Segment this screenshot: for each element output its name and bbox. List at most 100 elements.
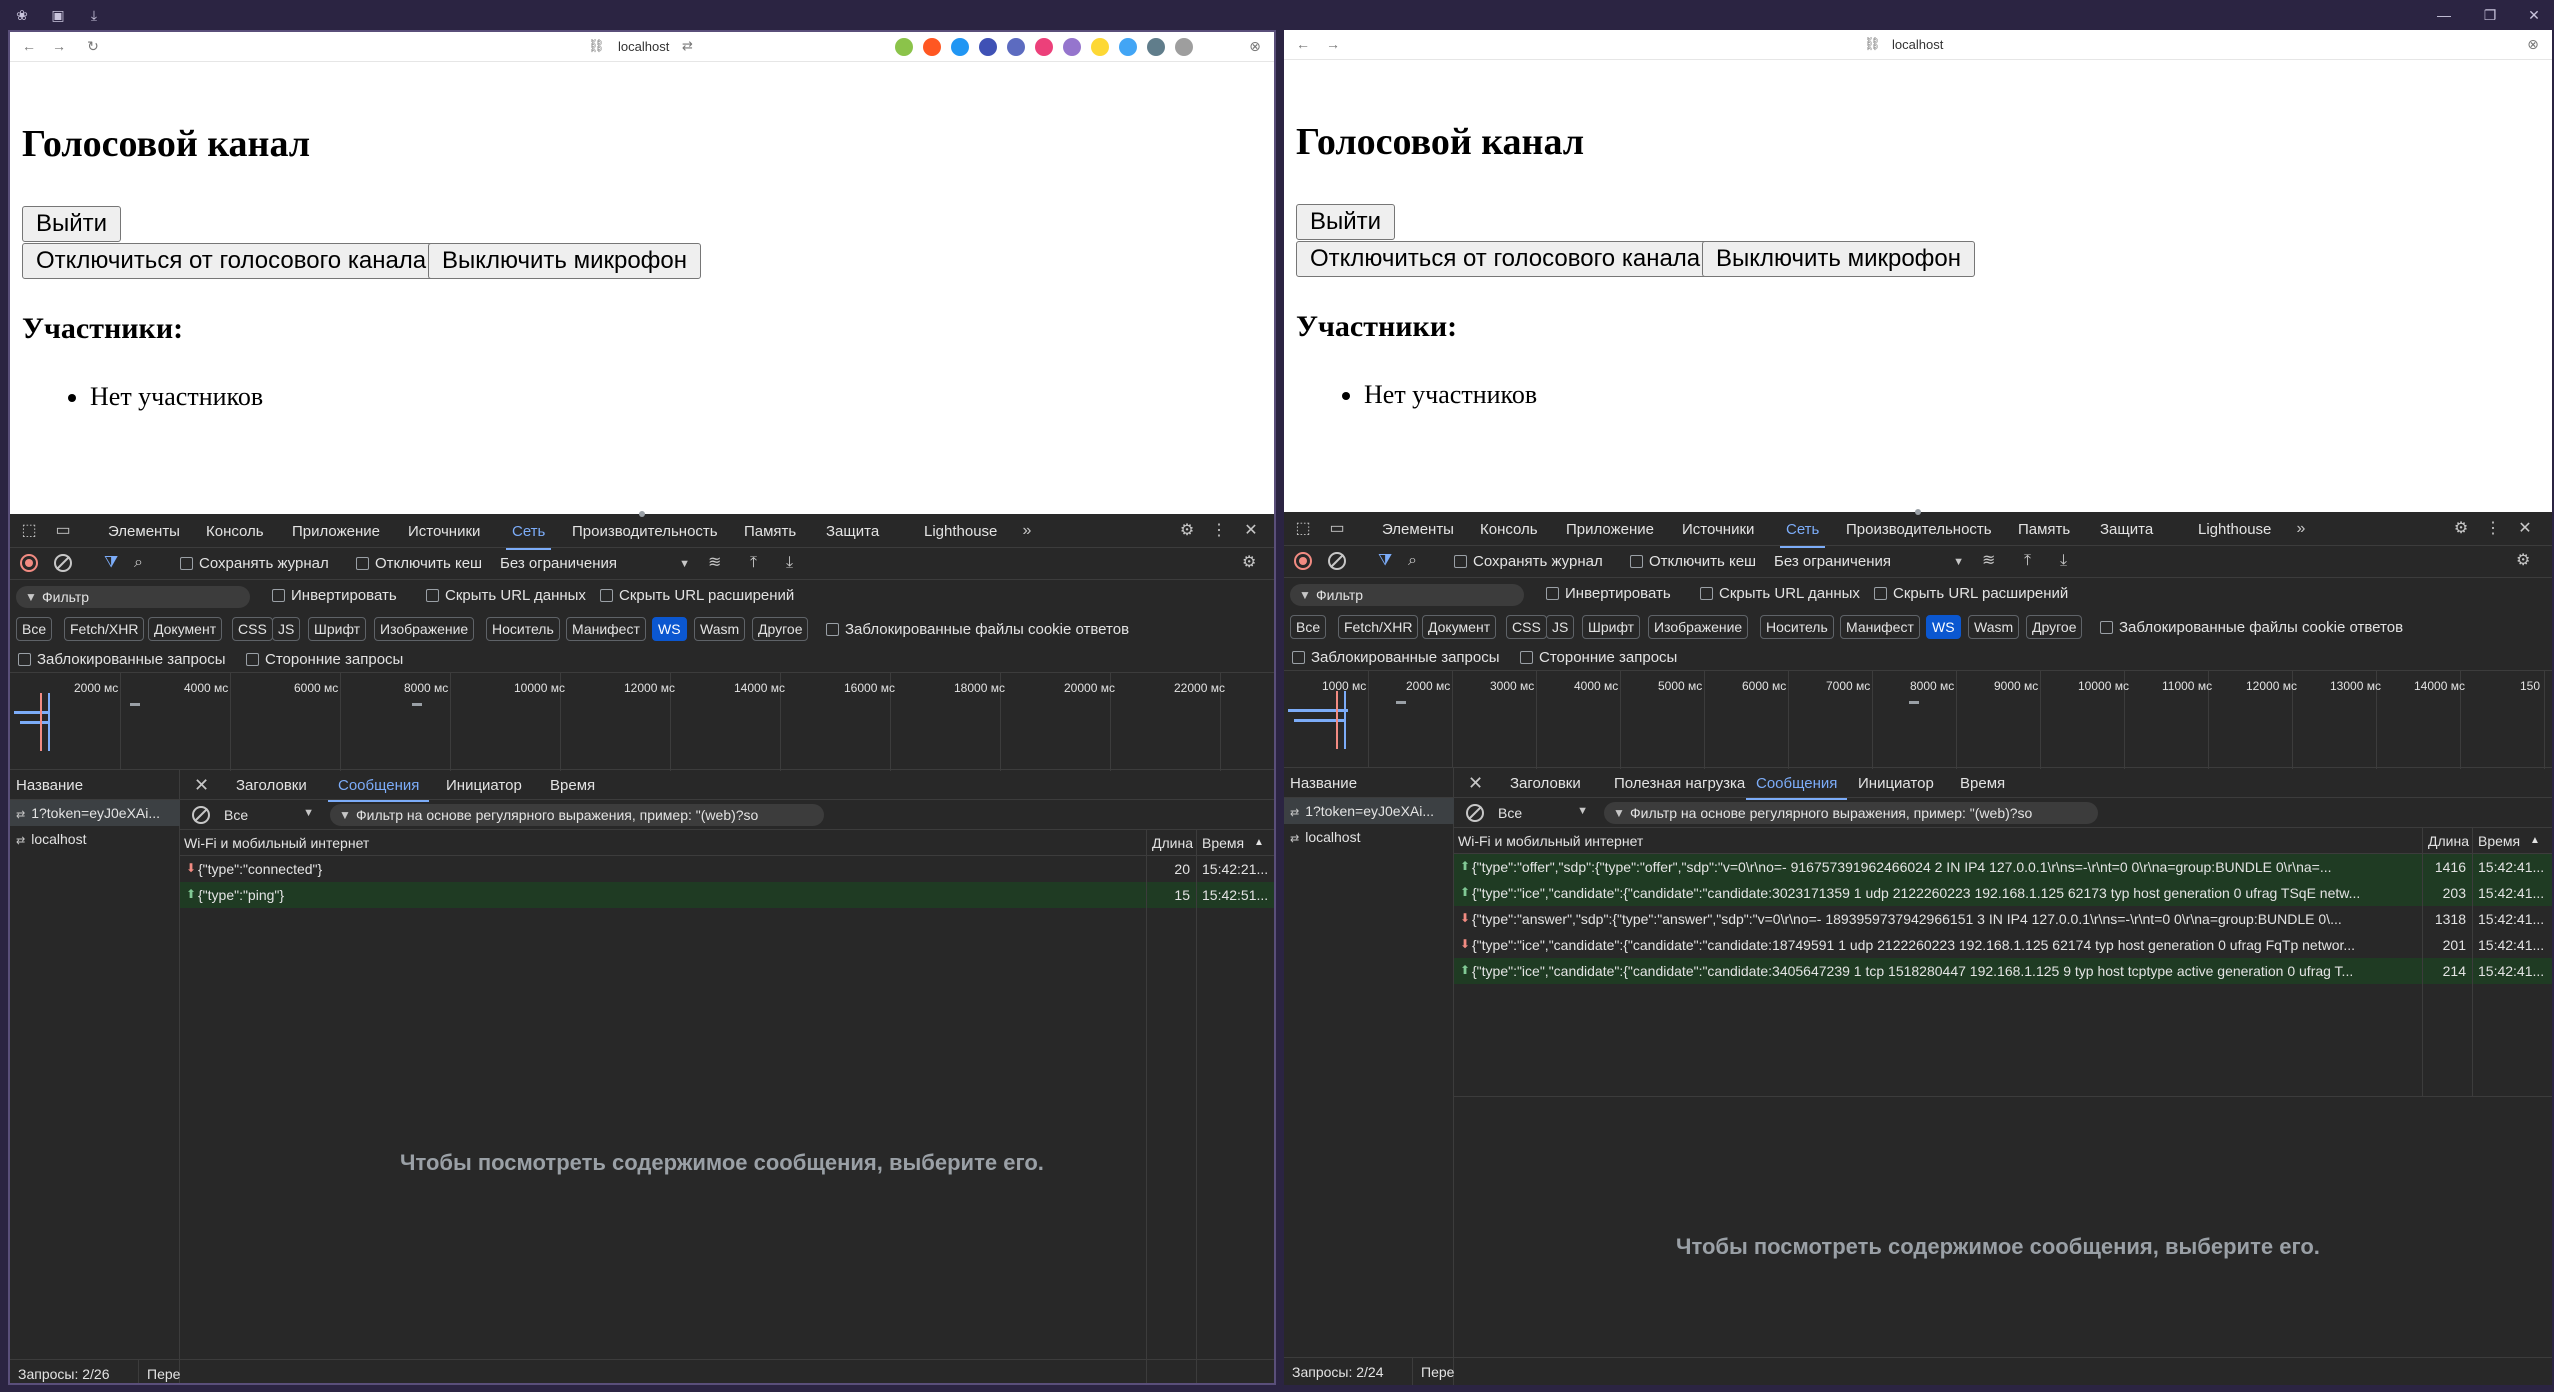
tab-messages[interactable]: Сообщения xyxy=(1745,775,1848,800)
type-filter-chip[interactable]: Другое xyxy=(752,617,809,641)
blocked-cookies-checkbox[interactable]: Заблокированные файлы cookie ответов xyxy=(2100,619,2403,636)
checkbox-box[interactable] xyxy=(426,589,439,602)
forward-icon[interactable]: → xyxy=(50,38,68,54)
clear-messages-icon[interactable] xyxy=(192,806,210,824)
preserve-log-checkbox[interactable]: Сохранять журнал xyxy=(1454,553,1603,570)
inspect-element-icon[interactable]: ⬚ xyxy=(20,522,38,540)
hide-ext-urls-checkbox[interactable]: Скрыть URL расширений xyxy=(600,587,794,604)
tab-console[interactable]: Консоль xyxy=(206,523,264,540)
type-filter-chip[interactable]: Все xyxy=(1290,615,1327,639)
forward-icon[interactable]: → xyxy=(1324,36,1342,52)
message-filter-input[interactable]: ▼ Фильтр на основе регулярного выражения,… xyxy=(1604,802,2098,824)
message-row[interactable]: ⬇ {"type":"answer","sdp":{"type":"answer"… xyxy=(1454,906,2552,932)
type-filter-chip[interactable]: Документ xyxy=(148,617,223,641)
close-devtools-icon[interactable]: ✕ xyxy=(2516,520,2534,538)
filter-input[interactable]: ▼ Фильтр xyxy=(16,586,250,608)
invert-checkbox[interactable]: Инвертировать xyxy=(1546,585,1671,602)
kebab-menu-icon[interactable]: ⋮ xyxy=(1210,522,1228,540)
extension-icon[interactable] xyxy=(1119,38,1137,56)
search-icon[interactable]: ⌕ xyxy=(134,554,143,572)
disable-cache-checkbox[interactable]: Отключить кеш xyxy=(1630,553,1756,570)
url-text[interactable]: localhost xyxy=(618,39,669,54)
device-toolbar-icon[interactable]: ▭ xyxy=(54,522,72,540)
message-row[interactable]: ⬇ {"type":"connected"} 20 15:42:21... xyxy=(180,856,1274,882)
type-filter-chip[interactable]: CSS xyxy=(232,617,273,641)
tab-network[interactable]: Сеть xyxy=(505,523,552,550)
blocked-requests-checkbox[interactable]: Заблокированные запросы xyxy=(1292,649,1500,666)
type-filter-chip[interactable]: JS xyxy=(272,617,301,641)
message-row[interactable]: ⬇ {"type":"ice","candidate":{"candidate":… xyxy=(1454,932,2552,958)
time-column-header[interactable]: Время xyxy=(2478,833,2520,849)
tab-initiator[interactable]: Инициатор xyxy=(446,777,522,794)
tab-payload[interactable]: Полезная нагрузка xyxy=(1614,775,1745,792)
type-filter-chip[interactable]: Шрифт xyxy=(308,617,367,641)
tab-messages[interactable]: Сообщения xyxy=(327,777,430,802)
logout-button[interactable]: Выйти xyxy=(22,206,122,242)
type-filter-chip[interactable]: Изображение xyxy=(1648,615,1749,639)
extension-icon[interactable] xyxy=(1147,38,1165,56)
network-overview-timeline[interactable]: 2000 мс 4000 мс 6000 мс 8000 мс 10000 мс 1200… xyxy=(10,672,1274,771)
extension-icon[interactable] xyxy=(1007,38,1025,56)
request-row-localhost[interactable]: ⇄ localhost xyxy=(10,826,180,852)
third-party-checkbox[interactable]: Сторонние запросы xyxy=(246,651,403,668)
tab-elements[interactable]: Элементы xyxy=(1382,521,1454,538)
type-filter-chip[interactable]: Изображение xyxy=(374,617,475,641)
filter-input[interactable]: ▼ Фильтр xyxy=(1290,584,1524,606)
tab-security[interactable]: Защита xyxy=(2100,521,2153,538)
url-text[interactable]: localhost xyxy=(1892,37,1943,52)
length-column-header[interactable]: Длина xyxy=(2428,833,2469,849)
blocked-requests-checkbox[interactable]: Заблокированные запросы xyxy=(18,651,226,668)
settings-gear-icon[interactable]: ⚙ xyxy=(2452,520,2470,538)
close-detail-icon[interactable]: ✕ xyxy=(1468,773,1483,794)
filter-funnel-icon[interactable]: ⧩ xyxy=(104,554,118,572)
hide-data-urls-checkbox[interactable]: Скрыть URL данных xyxy=(1700,585,1860,602)
message-type-select[interactable]: Все ▼ xyxy=(224,807,314,823)
message-type-select[interactable]: Все ▼ xyxy=(1498,805,1588,821)
disable-cache-checkbox[interactable]: Отключить кеш xyxy=(356,555,482,572)
column-divider[interactable] xyxy=(1196,830,1197,1383)
tab-lighthouse[interactable]: Lighthouse xyxy=(2198,521,2271,538)
checkbox-box[interactable] xyxy=(180,557,193,570)
type-filter-chip[interactable]: JS xyxy=(1546,615,1575,639)
message-row[interactable]: ⬆ {"type":"ping"} 15 15:42:51... xyxy=(180,882,1274,908)
clear-log-icon[interactable] xyxy=(1328,552,1346,570)
type-filter-chip[interactable]: Шрифт xyxy=(1582,615,1641,639)
tab-memory[interactable]: Память xyxy=(744,523,796,540)
checkbox-box[interactable] xyxy=(600,589,613,602)
extension-icon[interactable] xyxy=(923,38,941,56)
extension-icon[interactable] xyxy=(1175,38,1193,56)
type-filter-chip[interactable]: Другое xyxy=(2026,615,2083,639)
checkbox-box[interactable] xyxy=(2100,621,2113,634)
throttling-select[interactable]: Без ограничения ▼ xyxy=(500,555,690,572)
checkbox-box[interactable] xyxy=(826,623,839,636)
type-filter-chip[interactable]: Носитель xyxy=(486,617,560,641)
length-column-header[interactable]: Длина xyxy=(1152,835,1193,851)
record-stop-icon[interactable] xyxy=(1294,552,1312,570)
extension-icon[interactable] xyxy=(1063,38,1081,56)
tab-network[interactable]: Сеть xyxy=(1779,521,1826,548)
type-filter-chip[interactable]: Манифест xyxy=(566,617,646,641)
hide-ext-urls-checkbox[interactable]: Скрыть URL расширений xyxy=(1874,585,2068,602)
type-filter-chip[interactable]: Wasm xyxy=(1968,615,2020,639)
message-row[interactable]: ⬆ {"type":"ice","candidate":{"candidate":… xyxy=(1454,958,2552,984)
sidebar-toggle-icon[interactable]: ▣ xyxy=(50,7,66,23)
disconnect-voice-button[interactable]: Отключиться от голосового канала xyxy=(1296,241,1715,277)
tab-timing[interactable]: Время xyxy=(1960,775,2005,792)
more-tabs-icon[interactable]: » xyxy=(1018,522,1036,540)
type-filter-chip[interactable]: CSS xyxy=(1506,615,1547,639)
mute-mic-button[interactable]: Выключить микрофон xyxy=(1702,241,1976,277)
import-har-icon[interactable]: ⤒ xyxy=(2024,552,2031,570)
data-column-header[interactable]: Wi-Fi и мобильный интернет xyxy=(184,835,369,851)
tab-headers[interactable]: Заголовки xyxy=(236,777,307,794)
more-tabs-icon[interactable]: » xyxy=(2292,520,2310,538)
data-column-header[interactable]: Wi-Fi и мобильный интернет xyxy=(1458,833,1643,849)
checkbox-box[interactable] xyxy=(1454,555,1467,568)
export-har-icon[interactable]: ⤓ xyxy=(2060,552,2067,570)
name-column-header[interactable]: Название xyxy=(10,770,180,800)
import-har-icon[interactable]: ⤒ xyxy=(750,554,757,572)
request-row-localhost[interactable]: ⇄ localhost xyxy=(1284,824,1454,850)
checkbox-box[interactable] xyxy=(356,557,369,570)
extension-icon[interactable] xyxy=(951,38,969,56)
back-icon[interactable]: ← xyxy=(1294,36,1312,52)
minimize-button[interactable]: — xyxy=(2434,5,2454,25)
